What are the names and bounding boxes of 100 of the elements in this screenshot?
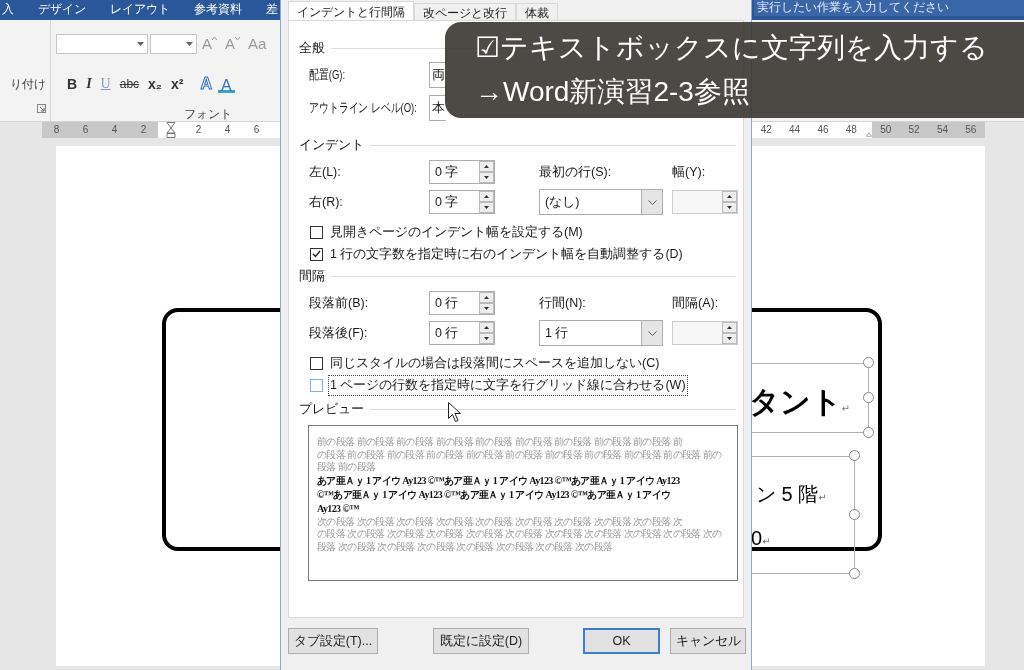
subscript-button[interactable]: x₂ — [145, 74, 166, 94]
field-label: 左(L): — [309, 163, 342, 181]
bold-button[interactable]: B — [64, 74, 81, 94]
dialog-button[interactable]: キャンセル — [670, 628, 746, 654]
preview-text: ©™あア亜Ａｙ 1 アイウ Ay123 ©™あア亜Ａｙ 1 アイウ Ay123 ©™あア亜Ａｙ 1 アイウ — [317, 487, 671, 502]
chevron-icon — [647, 199, 657, 205]
spin-field[interactable]: 0 字 — [429, 160, 495, 184]
tell-me-field[interactable]: 実行したい作業を入力してください — [754, 0, 1024, 16]
indent-marker-icon[interactable] — [166, 122, 176, 138]
ruler-number: 50 — [871, 122, 900, 138]
spin-field[interactable]: 0 行 — [429, 321, 495, 345]
field-label: 行間(N): — [539, 294, 587, 312]
resize-handle[interactable] — [849, 568, 860, 579]
ruler-number: 6 — [71, 122, 100, 138]
spin-field[interactable]: 0 字 — [429, 190, 495, 214]
checkbox[interactable] — [310, 225, 323, 239]
preview-text: の段落 前の段落 前の段落 前の段落 前の段落 前の段落 前の段落 前の段落 前の段落 前の段落 前の — [317, 448, 722, 461]
preview-text: 前の段落 前の段落 前の段落 前の段落 前の段落 前の段落 前の段落 前の段落 前の段落 前 — [317, 436, 682, 449]
font-name-field[interactable] — [56, 34, 148, 54]
dropdown-field[interactable]: (なし) — [539, 189, 663, 215]
text-line: ン 5 階↵ — [756, 482, 827, 507]
checkbox-label[interactable]: 同じスタイルの場合は段落間にスペースを追加しない(C) — [328, 352, 662, 374]
section-heading: 全般 — [299, 39, 325, 57]
spin-arrows-icon[interactable] — [479, 322, 494, 344]
dialog-tab[interactable]: 体裁 — [516, 3, 558, 20]
ruler-number: 4 — [223, 123, 232, 137]
field-label: 配置(G): — [309, 66, 346, 84]
ruler-number: 4 — [100, 122, 129, 138]
section-heading: インデント — [299, 136, 364, 154]
dialog-tab[interactable]: インデントと行間隔 — [288, 1, 414, 20]
ruler-number: 2 — [129, 122, 158, 138]
checkbox[interactable] — [310, 378, 323, 392]
text-line: 0↵ — [751, 527, 771, 550]
ribbon-tab[interactable]: 参考資料 — [194, 0, 242, 18]
caret-icon — [137, 42, 144, 46]
dialog-button[interactable]: OK — [583, 628, 660, 654]
caret-icon — [235, 37, 241, 40]
ruler[interactable]: 42 44 46 48 50 52 54 56 — [752, 122, 985, 138]
checkbox-label[interactable]: 1 ページの行数を指定時に文字を行グリッド線に合わせる(W) — [328, 374, 688, 396]
preview-text: あア亜Ａｙ 1 アイウ Ay123 ©™あア亜Ａｙ 1 アイウ Ay123 ©™あア亜Ａｙ 1 アイウ Ay123 — [317, 473, 680, 488]
ribbon-tab[interactable]: 入 — [2, 0, 14, 18]
resize-handle[interactable] — [863, 427, 874, 438]
checkbox[interactable] — [310, 247, 323, 261]
checkbox-label[interactable]: 見開きページのインデント幅を設定する(M) — [328, 221, 585, 243]
font-color-button[interactable]: A — [218, 75, 235, 93]
ribbon-tab[interactable]: レイアウト — [110, 0, 170, 18]
dialog-button[interactable]: 既定に設定(D) — [433, 628, 529, 654]
ruler-number: 54 — [928, 122, 957, 138]
resize-handle[interactable] — [849, 450, 860, 461]
ruler-number: 2 — [194, 123, 203, 137]
ruler-number: 8 — [42, 122, 71, 138]
preview-text: Ay123 ©™ — [317, 501, 359, 516]
preview-text: の段落 次の段落 次の段落 次の段落 次の段落 次の段落 次の段落 次の段落 次の段落 次の段落 次の — [317, 528, 722, 541]
ruler-number: 42 — [759, 123, 773, 137]
resize-handle[interactable] — [849, 509, 860, 520]
paste-button[interactable]: り付け — [10, 76, 46, 93]
spin-arrows-icon[interactable] — [479, 161, 494, 183]
caption-text: →Word新演習2-3参照 — [475, 75, 751, 109]
italic-button[interactable]: I — [83, 74, 95, 94]
ruler-number: 44 — [788, 123, 802, 137]
checkbox-label[interactable]: 1 行の文字数を指定時に右のインデント幅を自動調整する(D) — [328, 243, 685, 265]
dialog-button[interactable]: タブ設定(T)... — [288, 628, 378, 654]
ribbon-tab[interactable]: 差 — [266, 0, 278, 18]
spin-arrows-icon[interactable] — [479, 191, 494, 213]
mouse-pointer-icon — [448, 402, 461, 422]
preview-text: 次の段落 次の段落 次の段落 次の段落 次の段落 次の段落 次の段落 次の段落 次の段落 次 — [317, 515, 682, 528]
check-icon — [312, 250, 321, 258]
dropdown-field[interactable]: 1 行 — [539, 320, 663, 346]
chevron-icon — [647, 330, 657, 336]
ruler-number: 48 — [844, 123, 858, 137]
field-label: 幅(Y): — [672, 163, 707, 181]
field-label: 間隔(A): — [672, 294, 720, 312]
field-label: アウトライン レベル(O): — [309, 99, 417, 117]
group-label: フォント — [184, 106, 233, 123]
spin-arrows-icon[interactable] — [479, 292, 494, 314]
strikethrough-button[interactable]: abc — [116, 74, 143, 94]
ruler-number: 56 — [956, 122, 985, 138]
section-heading: プレビュー — [299, 400, 364, 418]
dialog-tab[interactable]: 改ページと改行 — [414, 3, 516, 20]
checkbox[interactable] — [310, 356, 323, 370]
field-label: 最初の行(S): — [539, 163, 613, 181]
ruler-number: 52 — [899, 122, 929, 138]
ruler-number: 6 — [252, 123, 261, 137]
resize-handle[interactable] — [863, 392, 874, 403]
indent-marker-icon[interactable] — [865, 131, 872, 138]
spin-field[interactable]: 0 行 — [429, 291, 495, 315]
field-label: 右(R): — [309, 193, 344, 211]
dialog-launcher-icon[interactable] — [37, 104, 46, 113]
ribbon-tab[interactable]: デザイン — [38, 0, 86, 18]
field-label: 段落後(F): — [309, 324, 369, 342]
preview-text: 段落 次の段落 次の段落 次の段落 次の段落 次の段落 次の段落 次の段落 — [317, 540, 613, 553]
ruler[interactable]: 8 6 4 2 2 4 6 — [42, 122, 280, 138]
field-label: 段落前(B): — [309, 294, 370, 312]
font-size-field[interactable] — [150, 34, 197, 54]
caret-icon — [186, 42, 193, 46]
superscript-button[interactable]: x² — [168, 74, 187, 94]
section-heading: 間隔 — [299, 267, 325, 285]
ruler-number: 46 — [816, 123, 830, 137]
caption-text: ☑テキストボックスに文字列を入力する — [475, 31, 990, 65]
resize-handle[interactable] — [863, 357, 874, 368]
